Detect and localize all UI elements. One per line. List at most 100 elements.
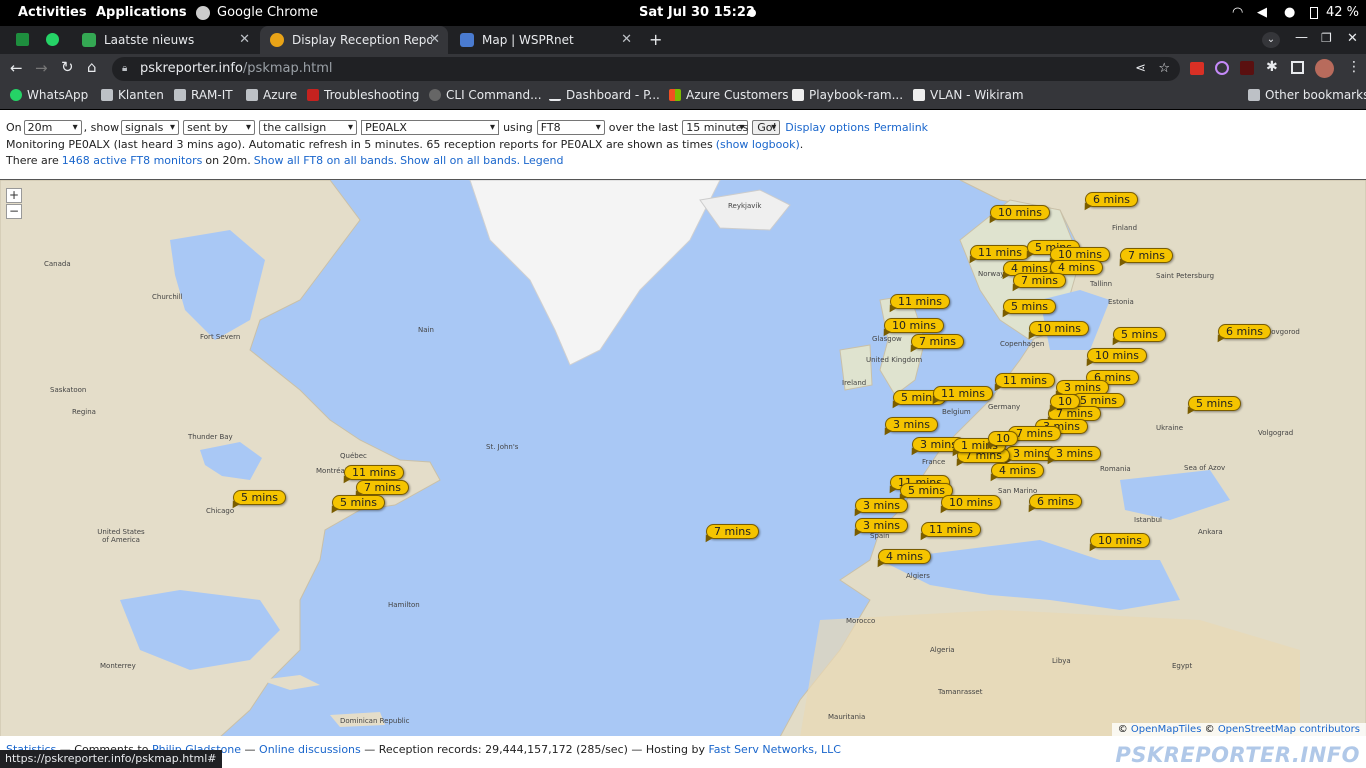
reception-report-marker[interactable]: 11 mins [970,245,1030,260]
bookmark-azure-customers[interactable]: Azure Customers [669,88,789,102]
reception-report-marker[interactable]: 10 mins [941,495,1001,510]
reception-report-marker[interactable]: 6 mins [1085,192,1138,207]
direction-select[interactable]: sent by [183,120,256,135]
tab-wsprnet-map[interactable]: Map | WSPRnet ✕ [450,26,640,54]
bookmark-vlan-wikiram[interactable]: VLAN - Wikiram [913,88,1024,102]
reception-report-marker[interactable]: 7 mins [911,334,964,349]
reception-report-marker[interactable]: 10 [1050,394,1080,409]
tab-display-reception-reports[interactable]: Display Reception Reports ✕ [260,26,448,54]
active-monitors-link[interactable]: 1468 active FT8 monitors [62,154,203,167]
reception-report-marker[interactable]: 11 mins [995,373,1055,388]
openmaptiles-link[interactable]: OpenMapTiles [1131,724,1202,735]
reception-report-marker[interactable]: 11 mins [921,522,981,537]
band-select[interactable]: 20m [23,120,82,135]
extensions-puzzle-icon[interactable]: ✱ [1266,59,1278,75]
reception-report-marker[interactable]: 5 mins [1113,327,1166,342]
lock-icon[interactable]: 🔒︎ [122,57,127,81]
reception-report-marker[interactable]: 10 mins [1087,348,1147,363]
forward-icon[interactable]: → [35,59,48,77]
reception-report-marker[interactable]: 6 mins [1029,494,1082,509]
reception-report-marker[interactable]: 7 mins [706,524,759,539]
profile-avatar[interactable] [1315,59,1334,78]
online-discussions-link[interactable]: Online discussions [259,743,361,756]
volume-icon[interactable]: ◀ [1257,5,1267,20]
zoom-out-button[interactable]: − [6,204,22,219]
zoom-in-button[interactable]: + [6,188,22,203]
bookmark-cli-command[interactable]: CLI Command... [429,88,542,102]
go-button[interactable]: Go! [752,120,781,135]
extension-lastpass-icon[interactable] [1190,62,1204,75]
bookmark-dashboard[interactable]: Dashboard - P... [549,88,660,102]
reception-report-marker[interactable]: 4 mins [991,463,1044,478]
tab-search-icon[interactable]: ⌄ [1262,32,1280,48]
reception-report-marker[interactable]: 5 mins [1003,299,1056,314]
close-tab-icon[interactable]: ✕ [239,32,250,47]
bookmark-other[interactable]: Other bookmarks [1248,88,1366,102]
address-bar[interactable]: 🔒︎ pskreporter.info/pskmap.html ⋖ ☆ [112,57,1180,81]
reception-report-marker[interactable]: 11 mins [344,465,404,480]
callsign-input[interactable]: PE0ALX [361,120,500,135]
show-all-link[interactable]: Show all on all bands. [400,154,520,167]
show-all-ft8-link[interactable]: Show all FT8 on all bands. [254,154,397,167]
sheets-tab-icon[interactable] [16,33,29,46]
reception-report-marker[interactable]: 3 mins [885,417,938,432]
bookmark-playbook[interactable]: Playbook-ram... [792,88,903,102]
activities-button[interactable]: Activities [18,5,87,20]
new-tab-icon[interactable]: + [649,30,662,49]
reception-report-marker[interactable]: 3 mins [855,518,908,533]
show-select[interactable]: signals [121,120,180,135]
reception-report-marker[interactable]: 10 mins [884,318,944,333]
menu-kebab-icon[interactable]: ⋮ [1347,59,1361,75]
restore-icon[interactable]: ❐ [1321,31,1332,45]
permalink-link[interactable]: Permalink [874,121,928,134]
reception-report-marker[interactable]: 7 mins [356,480,409,495]
minimize-icon[interactable]: — [1295,30,1308,45]
bookmark-star-icon[interactable]: ☆ [1158,57,1170,81]
bookmark-ram-it[interactable]: RAM-IT [174,88,233,102]
tab-laatste-nieuws[interactable]: Laatste nieuws ✕ [72,26,258,54]
openstreetmap-link[interactable]: OpenStreetMap contributors [1218,724,1360,735]
bookmark-klanten[interactable]: Klanten [101,88,164,102]
hosting-link[interactable]: Fast Serv Networks, LLC [708,743,840,756]
reception-report-marker[interactable]: 10 mins [990,205,1050,220]
home-icon[interactable]: ⌂ [87,58,97,76]
whatsapp-tab-icon[interactable] [46,33,59,46]
reception-report-marker[interactable]: 5 mins [332,495,385,510]
close-window-icon[interactable]: ✕ [1347,31,1358,46]
reception-report-marker[interactable]: 10 [988,431,1018,446]
side-panel-icon[interactable] [1291,61,1304,74]
bookmark-whatsapp[interactable]: WhatsApp [10,88,88,102]
close-tab-icon[interactable]: ✕ [621,32,632,47]
display-options-link[interactable]: Display options [785,121,870,134]
active-app-name[interactable]: Google Chrome [217,5,318,20]
mode-select[interactable]: FT8 [536,120,605,135]
extension-h-icon[interactable] [1240,61,1254,75]
reception-report-marker[interactable]: 5 mins [233,490,286,505]
share-icon[interactable]: ⋖ [1135,57,1146,81]
reception-report-marker[interactable]: 7 mins [1013,273,1066,288]
microphone-icon[interactable]: ● [1284,5,1295,20]
bookmark-azure[interactable]: Azure [246,88,297,102]
period-select[interactable]: 15 minutes [682,120,748,135]
back-icon[interactable]: ← [10,59,23,77]
reception-report-marker[interactable]: 10 mins [1090,533,1150,548]
reception-report-marker[interactable]: 3 mins [1048,446,1101,461]
bookmark-troubleshooting[interactable]: Troubleshooting [307,88,419,102]
reception-report-marker[interactable]: 5 mins [1188,396,1241,411]
clock[interactable]: Sat Jul 30 15:22 [639,5,755,20]
wifi-icon[interactable]: ◠ [1232,5,1243,20]
reception-report-marker[interactable]: 4 mins [878,549,931,564]
reception-report-marker[interactable]: 7 mins [1120,248,1173,263]
applications-menu[interactable]: Applications [96,5,187,20]
reception-report-marker[interactable]: 11 mins [933,386,993,401]
close-tab-icon[interactable]: ✕ [429,32,440,47]
reception-report-marker[interactable]: 3 mins [855,498,908,513]
legend-link[interactable]: Legend [523,154,563,167]
show-logbook-link[interactable]: (show logbook) [716,138,800,151]
extension-circle-icon[interactable] [1215,61,1229,75]
reception-report-marker[interactable]: 6 mins [1218,324,1271,339]
reception-report-marker[interactable]: 10 mins [1029,321,1089,336]
battery-icon[interactable] [1310,7,1318,19]
reload-icon[interactable]: ↻ [61,58,74,76]
reception-map[interactable]: Reykjavík Finland Canada Churchill Fort … [0,179,1366,736]
